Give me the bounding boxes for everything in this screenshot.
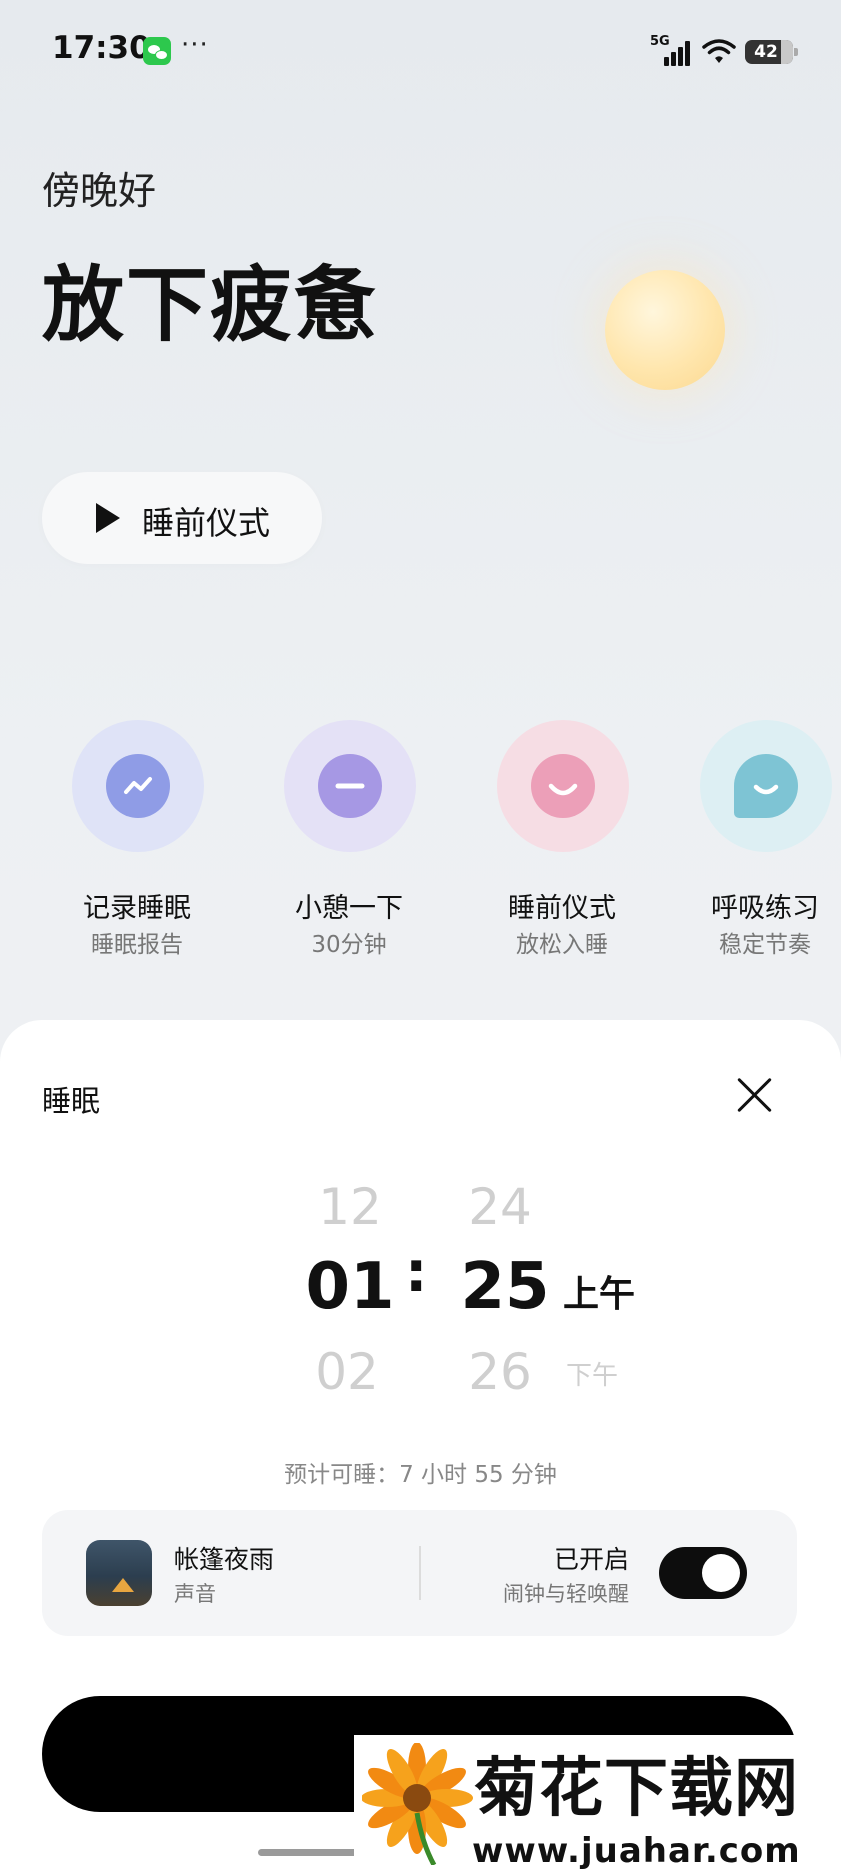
watermark-title: 菊花下载网 (474, 1752, 799, 1826)
minute-next[interactable]: 26 (455, 1343, 545, 1401)
wifi-icon (702, 39, 736, 63)
sound-name[interactable]: 帐篷夜雨 (174, 1540, 274, 1576)
chrysanthemum-icon (362, 1743, 473, 1865)
feature-bedtime-ritual[interactable]: 睡前仪式 放松入睡 (462, 720, 662, 960)
battery-icon: 42 (745, 40, 798, 64)
status-time: 17:30 (52, 30, 151, 66)
trend-icon (106, 754, 170, 818)
hour-next[interactable]: 02 (302, 1343, 392, 1401)
alarm-toggle[interactable] (659, 1547, 747, 1599)
battery-level: 42 (754, 42, 778, 62)
play-icon (96, 503, 120, 533)
smile-icon (531, 754, 595, 818)
am-option[interactable]: 上午 (563, 1265, 635, 1317)
alarm-label: 闹钟与轻唤醒 (503, 1582, 629, 1606)
more-dots-icon: ··· (181, 30, 209, 60)
divider (419, 1546, 421, 1600)
feature-name: 睡前仪式 (508, 893, 616, 924)
feature-name: 小憩一下 (295, 893, 403, 924)
minus-icon (318, 754, 382, 818)
bedtime-ritual-label: 睡前仪式 (142, 504, 271, 542)
feature-name: 记录睡眠 (83, 893, 191, 924)
bedtime-ritual-button[interactable]: 睡前仪式 (42, 472, 322, 564)
watermark-url: www.juahar.com (472, 1831, 801, 1870)
time-separator: : (405, 1240, 428, 1305)
minute-prev[interactable]: 24 (455, 1178, 545, 1236)
sleep-estimate: 预计可睡：7 小时 55 分钟 (284, 1462, 557, 1488)
site-watermark: 菊花下载网 www.juahar.com (354, 1735, 841, 1870)
feature-breathing[interactable]: 呼吸练习 稳定节奏 (665, 720, 841, 960)
sleep-settings-card: 帐篷夜雨 声音 已开启 闹钟与轻唤醒 (42, 1510, 797, 1636)
feature-nap[interactable]: 小憩一下 30分钟 (249, 720, 449, 960)
feature-sub: 睡眠报告 (91, 932, 183, 958)
sound-label: 声音 (174, 1582, 216, 1606)
alarm-status: 已开启 (553, 1545, 629, 1574)
minute-selected[interactable]: 25 (450, 1250, 560, 1324)
chat-smile-icon (734, 754, 798, 818)
greeting-text: 傍晚好 (42, 169, 157, 213)
moon-icon (605, 270, 725, 390)
close-icon[interactable] (734, 1074, 776, 1116)
signal-icon: 5G (650, 34, 694, 66)
tent-rain-thumbnail[interactable] (86, 1540, 152, 1606)
hour-selected[interactable]: 01 (295, 1250, 405, 1324)
wechat-icon (143, 37, 171, 65)
hero-title: 放下疲惫 (42, 258, 379, 353)
feature-record-sleep[interactable]: 记录睡眠 睡眠报告 (37, 720, 237, 960)
feature-sub: 30分钟 (311, 932, 387, 958)
network-type-label: 5G (650, 34, 670, 49)
feature-sub: 稳定节奏 (719, 932, 811, 958)
feature-name: 呼吸练习 (711, 893, 819, 924)
status-bar: 17:30 ··· 5G 42 (0, 0, 841, 100)
hour-prev[interactable]: 12 (310, 1178, 390, 1236)
feature-sub: 放松入睡 (516, 932, 608, 958)
sheet-title: 睡眠 (42, 1084, 101, 1118)
pm-option[interactable]: 下午 (566, 1355, 618, 1392)
